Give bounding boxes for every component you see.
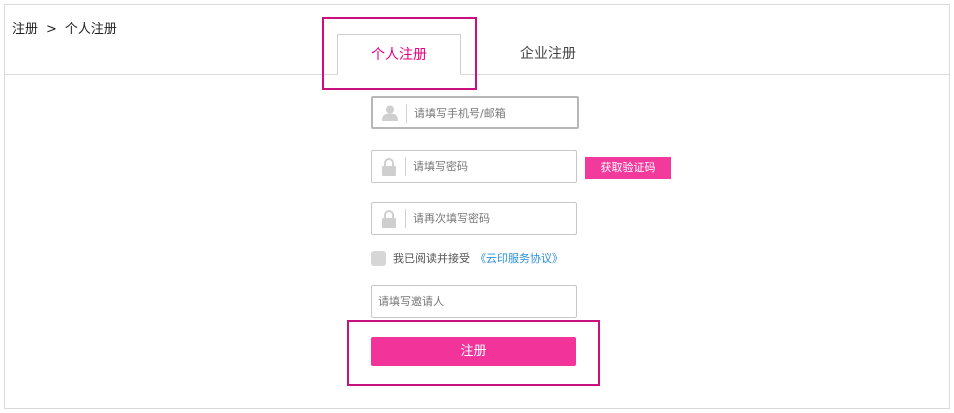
tab-highlight-box [322, 17, 477, 90]
agreement-checkbox[interactable] [371, 251, 386, 266]
field-divider [406, 104, 407, 123]
lock-icon [372, 203, 405, 234]
tab-enterprise[interactable]: 企业注册 [500, 34, 596, 75]
get-code-button[interactable]: 获取验证码 [585, 157, 671, 179]
breadcrumb-root[interactable]: 注册 [12, 18, 38, 37]
submit-highlight-box [347, 320, 600, 386]
user-icon [373, 98, 406, 127]
password-placeholder: 请填写密码 [413, 160, 468, 173]
invite-placeholder: 请填写邀请人 [378, 295, 444, 308]
breadcrumb-current: 个人注册 [64, 22, 117, 37]
agreement-link[interactable]: 《云印服务协议》 [475, 251, 563, 266]
confirm-password-field[interactable]: 请再次填写密码 [371, 202, 577, 235]
breadcrumb: 注册 > 个人注册 [12, 18, 117, 37]
confirm-placeholder: 请再次填写密码 [413, 212, 490, 225]
field-divider [405, 157, 406, 176]
account-field[interactable]: 请填写手机号/邮箱 [371, 96, 579, 129]
password-field[interactable]: 请填写密码 [371, 150, 577, 183]
account-placeholder: 请填写手机号/邮箱 [414, 107, 506, 120]
lock-icon [372, 151, 405, 182]
breadcrumb-separator: > [46, 22, 57, 37]
invite-field[interactable]: 请填写邀请人 [371, 285, 577, 318]
tab-underline [4, 74, 950, 75]
agreement-text: 我已阅读并接受 [393, 252, 470, 265]
field-divider [405, 209, 406, 228]
